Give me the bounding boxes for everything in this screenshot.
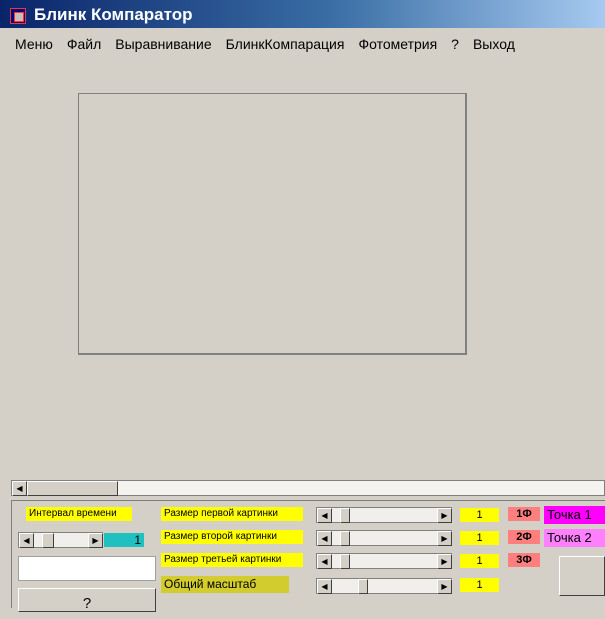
menu-item-help[interactable]: ? — [444, 36, 466, 52]
arrow-right-icon[interactable]: ▶ — [437, 554, 452, 569]
window-title: Блинк Компаратор — [34, 5, 193, 24]
overall-scale-value: 1 — [460, 578, 499, 592]
menu-bar: Меню Файл Выравнивание БлинкКомпарация Ф… — [0, 32, 605, 56]
arrow-left-icon[interactable]: ◀ — [317, 531, 332, 546]
menu-item-menu[interactable]: Меню — [0, 36, 60, 52]
menu-item-blink-comparison[interactable]: БлинкКомпарация — [219, 36, 352, 52]
first-size-slider-thumb[interactable] — [340, 508, 350, 523]
photo1-button[interactable]: 1Ф — [508, 507, 540, 521]
interval-value: 1 — [104, 533, 144, 547]
title-bar: Блинк Компаратор — [0, 0, 605, 28]
arrow-left-icon[interactable]: ◀ — [317, 579, 332, 594]
photo2-button[interactable]: 2Ф — [508, 530, 540, 544]
arrow-right-icon[interactable]: ▶ — [437, 531, 452, 546]
interval-slider-thumb[interactable] — [42, 533, 54, 548]
third-size-slider-thumb[interactable] — [340, 554, 350, 569]
arrow-left-icon[interactable]: ◀ — [19, 533, 34, 548]
interval-label: Интервал времени — [26, 507, 132, 521]
second-size-slider-thumb[interactable] — [340, 531, 350, 546]
third-size-label: Размер третьей картинки — [161, 553, 303, 567]
first-size-value: 1 — [460, 508, 499, 522]
app-icon — [10, 8, 26, 24]
first-size-label: Размер первой картинки — [161, 507, 303, 521]
arrow-right-icon[interactable]: ▶ — [437, 508, 452, 523]
point1-label[interactable]: Точка 1 — [544, 506, 605, 524]
arrow-left-icon[interactable]: ◀ — [317, 508, 332, 523]
third-size-slider[interactable]: ◀ ▶ — [316, 553, 452, 569]
overall-scale-label: Общий масштаб — [161, 576, 289, 593]
arrow-right-icon[interactable]: ▶ — [88, 533, 103, 548]
second-size-slider[interactable]: ◀ ▶ — [316, 530, 452, 546]
overall-scale-slider-thumb[interactable] — [358, 579, 368, 594]
interval-slider[interactable]: ◀ ▶ — [18, 532, 103, 548]
arrow-left-icon[interactable]: ◀ — [12, 481, 27, 496]
image-canvas[interactable] — [78, 93, 467, 355]
third-size-value: 1 — [460, 554, 499, 568]
menu-item-file[interactable]: Файл — [60, 36, 108, 52]
horizontal-scrollbar[interactable]: ◀ — [11, 480, 605, 496]
first-size-slider[interactable]: ◀ ▶ — [316, 507, 452, 523]
menu-item-alignment[interactable]: Выравнивание — [108, 36, 218, 52]
menu-item-photometry[interactable]: Фотометрия — [351, 36, 444, 52]
help-button[interactable]: ? — [18, 588, 156, 612]
menu-item-exit[interactable]: Выход — [466, 36, 522, 52]
overall-scale-slider[interactable]: ◀ ▶ — [316, 578, 452, 594]
second-size-value: 1 — [460, 531, 499, 545]
input-field[interactable] — [18, 556, 156, 581]
second-size-label: Размер второй картинки — [161, 530, 303, 544]
scrollbar-thumb[interactable] — [27, 481, 118, 496]
photo3-button[interactable]: 3Ф — [508, 553, 540, 567]
action-button[interactable] — [559, 556, 605, 596]
arrow-right-icon[interactable]: ▶ — [437, 579, 452, 594]
point2-label[interactable]: Точка 2 — [544, 529, 605, 547]
arrow-left-icon[interactable]: ◀ — [317, 554, 332, 569]
